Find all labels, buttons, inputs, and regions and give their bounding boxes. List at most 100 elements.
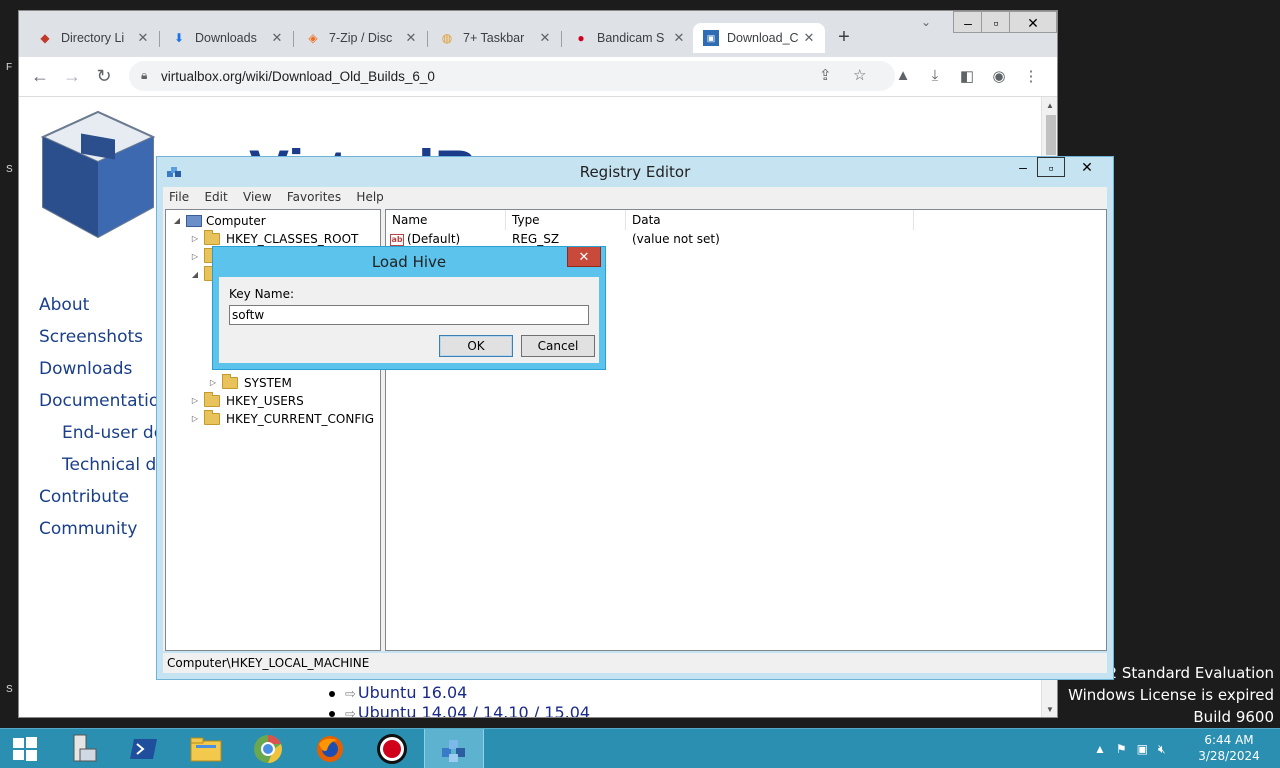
action-center-flag-icon[interactable]: ⚑ (1116, 742, 1127, 756)
volume-muted-icon[interactable]: 🔇︎ (1158, 742, 1166, 757)
clock[interactable]: 6:44 AM 3/28/2024 (1196, 732, 1262, 764)
tab-title: 7-Zip / Disc (329, 31, 393, 45)
menu-favorites[interactable]: Favorites (281, 187, 347, 207)
powershell-button[interactable] (114, 729, 174, 768)
close-tab-icon[interactable]: ✕ (537, 30, 553, 46)
close-button[interactable]: ✕ (1067, 157, 1107, 179)
bandicam-button[interactable] (362, 729, 422, 768)
tree-label: Computer (206, 214, 266, 228)
menu-file[interactable]: File (163, 187, 195, 207)
firefox-button[interactable] (300, 729, 360, 768)
back-arrow-icon[interactable]: ← (27, 63, 53, 89)
registry-editor-button[interactable] (424, 729, 484, 768)
folder-icon (222, 374, 238, 389)
nav-link-contribute[interactable]: Contribute (39, 481, 170, 513)
ok-button[interactable]: OK (439, 335, 513, 357)
cancel-button[interactable]: Cancel (521, 335, 595, 357)
close-tab-icon[interactable]: ✕ (403, 30, 419, 46)
nav-link-screenshots[interactable]: Screenshots (39, 321, 170, 353)
close-tab-icon[interactable]: ✕ (671, 30, 687, 46)
chrome-button[interactable] (238, 729, 298, 768)
tab-strip: ◆ Directory Li ✕ ⬇ Downloads ✕ ◈ 7-Zip /… (19, 11, 1057, 57)
show-hidden-icons-chevron-icon[interactable]: ▲ (1094, 742, 1106, 756)
maximize-button[interactable]: ▫ (981, 11, 1011, 33)
tree-item-system[interactable]: ▷ SYSTEM (208, 374, 292, 392)
close-tab-icon[interactable]: ✕ (801, 30, 817, 46)
tree-item-computer[interactable]: ◢ Computer (172, 212, 266, 230)
nav-link-downloads[interactable]: Downloads (39, 353, 170, 385)
more-menu-icon[interactable]: ⋮ (1021, 67, 1041, 85)
browser-tab-active[interactable]: ▣ Download_C ✕ (693, 23, 825, 53)
share-icon[interactable]: ⇪ (819, 66, 832, 84)
tree-item-hkey-current-config[interactable]: ▷ HKEY_CURRENT_CONFIG (190, 410, 374, 428)
file-explorer-button[interactable] (176, 729, 236, 768)
expand-arrow-icon[interactable]: ▷ (190, 248, 200, 266)
close-button[interactable]: ✕ (1009, 11, 1057, 33)
maximize-button[interactable]: ▫ (1037, 157, 1065, 177)
forward-arrow-icon[interactable]: → (59, 63, 85, 89)
nav-link-about[interactable]: About (39, 289, 170, 321)
key-name-input[interactable] (229, 305, 589, 325)
powershell-icon (130, 739, 157, 759)
labs-flask-icon[interactable]: ▲ (893, 67, 913, 84)
browser-tab[interactable]: ⬇ Downloads ✕ (161, 23, 294, 53)
nav-link-documentation[interactable]: Documentation (39, 385, 170, 417)
downloads-icon[interactable]: ⤓ (925, 67, 945, 84)
computer-icon (186, 215, 202, 227)
tab-title: Download_C (727, 31, 799, 45)
collapse-arrow-icon[interactable]: ◢ (190, 266, 200, 284)
dialog-close-button[interactable]: ✕ (567, 247, 601, 267)
download-link[interactable]: Ubuntu 16.04 (358, 683, 467, 702)
minimize-button[interactable]: – (953, 11, 983, 33)
expand-arrow-icon[interactable]: ▷ (208, 374, 218, 392)
expand-arrow-icon[interactable]: ▷ (190, 392, 200, 410)
clock-time: 6:44 AM (1204, 733, 1254, 747)
reload-icon[interactable]: ↻ (91, 63, 117, 89)
url-text: virtualbox.org/wiki/Download_Old_Builds_… (161, 69, 435, 84)
expand-arrow-icon[interactable]: ▷ (190, 230, 200, 248)
lock-icon: 🔒︎ (141, 68, 148, 82)
external-link-icon: ⇨ (345, 707, 356, 718)
bandicam-icon: ● (577, 31, 585, 45)
taskbar: ▲ ⚑ ▣ 🔇︎ 6:44 AM 3/28/2024 (0, 728, 1280, 768)
network-icon[interactable]: ▣ (1137, 742, 1148, 756)
nav-link-end-user-docs[interactable]: End-user do (39, 417, 170, 449)
tree-item-hkey-users[interactable]: ▷ HKEY_USERS (190, 392, 304, 410)
menu-edit[interactable]: Edit (198, 187, 233, 207)
collapse-arrow-icon[interactable]: ◢ (172, 212, 182, 230)
browser-tab[interactable]: ◆ Directory Li ✕ (27, 23, 160, 53)
close-tab-icon[interactable]: ✕ (135, 30, 151, 46)
menu-help[interactable]: Help (350, 187, 389, 207)
new-tab-button[interactable]: + (831, 25, 857, 51)
close-tab-icon[interactable]: ✕ (269, 30, 285, 46)
tab-search-chevron-icon[interactable]: ⌄ (921, 15, 931, 29)
browser-tab[interactable]: ◈ 7-Zip / Disc ✕ (295, 23, 428, 53)
scroll-down-arrow-icon[interactable]: ▼ (1046, 705, 1054, 714)
side-panel-icon[interactable]: ◧ (957, 67, 977, 85)
download-link[interactable]: Ubuntu 14.04 / 14.10 / 15.04 (358, 703, 590, 717)
address-bar[interactable]: 🔒︎ virtualbox.org/wiki/Download_Old_Buil… (129, 61, 895, 91)
menu-view[interactable]: View (237, 187, 277, 207)
column-header-name[interactable]: Name (386, 210, 506, 230)
bookmark-star-icon[interactable]: ☆ (853, 66, 866, 84)
browser-tab[interactable]: ◍ 7+ Taskbar ✕ (429, 23, 562, 53)
nav-link-technical-docs[interactable]: Technical do (39, 449, 170, 481)
profile-avatar-icon[interactable]: ◉ (989, 67, 1009, 85)
scroll-up-arrow-icon[interactable]: ▲ (1046, 101, 1054, 110)
browser-tab[interactable]: ● Bandicam S ✕ (563, 23, 695, 53)
tab-title: Bandicam S (597, 31, 665, 45)
string-value-icon: ab (390, 233, 404, 246)
start-button[interactable] (0, 729, 50, 768)
nav-link-community[interactable]: Community (39, 513, 170, 545)
minimize-button[interactable]: – (1009, 157, 1037, 179)
sourceforge-icon: ◈ (308, 31, 318, 45)
windows-logo-icon (13, 737, 37, 761)
column-header-type[interactable]: Type (506, 210, 626, 230)
scroll-thumb[interactable] (1046, 115, 1056, 155)
column-header-data[interactable]: Data (626, 210, 914, 230)
server-manager-button[interactable] (52, 729, 112, 768)
expand-arrow-icon[interactable]: ▷ (190, 410, 200, 428)
status-bar: Computer\HKEY_LOCAL_MACHINE (163, 653, 1107, 673)
value-name: (Default) (407, 232, 461, 246)
download-icon: ⬇ (173, 31, 185, 45)
